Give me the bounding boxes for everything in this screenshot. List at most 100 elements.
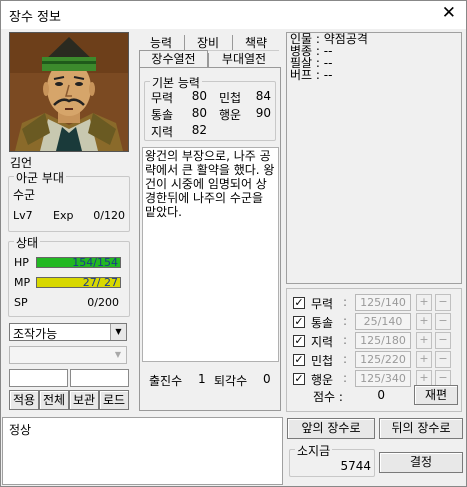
hp-label: HP [14, 256, 29, 269]
tab-separator [208, 53, 209, 67]
chevron-down-icon: ▼ [110, 324, 126, 340]
stat-edit-colon: : [343, 352, 348, 366]
window-title: 장수 정보 [9, 10, 61, 25]
sp-value: 0/200 [87, 296, 119, 309]
stat-edit-label: 무력 [311, 297, 334, 311]
stat-edit-colon: : [343, 333, 348, 347]
stat-minus-button[interactable]: − [435, 351, 451, 368]
stat-edit-value: 125/140 [355, 294, 411, 311]
gold-title: 소지금 [295, 442, 333, 459]
score-value: 0 [377, 388, 385, 402]
close-icon[interactable]: ✕ [442, 3, 456, 23]
sortie-value: 1 [198, 372, 206, 386]
stat-edit-value: 125/220 [355, 351, 411, 368]
status-message-box: 정상 [2, 417, 283, 485]
stat-label-luck: 행운 [219, 108, 242, 122]
army-name: 수군 [13, 188, 36, 202]
stat-value-luck: 90 [255, 106, 271, 120]
checkmark-icon: ✓ [294, 372, 304, 385]
tab-unit-biography[interactable]: 부대열전 [211, 51, 277, 67]
hp-value: 154/154 [72, 256, 118, 269]
stat-plus-button[interactable]: + [416, 313, 432, 330]
hp-bar: 154/154 [36, 256, 121, 269]
army-group: 아군 부대 [8, 169, 130, 232]
stat-edit-label: 행운 [311, 373, 334, 387]
stat-plus-button[interactable]: + [416, 351, 432, 368]
tab-biography[interactable]: 장수열전 [140, 51, 207, 67]
stat-value-intellect: 82 [191, 123, 207, 137]
checkmark-icon: ✓ [294, 353, 304, 366]
trait-label: 버프 [290, 68, 313, 82]
stat-value-agility: 84 [255, 89, 271, 103]
army-group-title: 아군 부대 [14, 169, 66, 186]
tab-strategy[interactable]: 책략 [235, 35, 277, 51]
confirm-button[interactable]: 결정 [379, 452, 463, 473]
exp-value: 0/120 [93, 209, 125, 222]
stat-edit-value: 125/180 [355, 332, 411, 349]
mp-bar: 27/ 27 [36, 276, 121, 289]
control-dropdown-value: 조작가능 [13, 327, 58, 341]
status-message: 정상 [9, 423, 32, 437]
stat-edit-label: 통솔 [311, 316, 334, 330]
mp-value: 27/ 27 [82, 276, 118, 289]
stat-value-command: 80 [191, 106, 207, 120]
status-group-title: 상태 [14, 234, 41, 251]
stat-checkbox[interactable]: ✓ [293, 335, 305, 347]
exp-label: Exp [53, 209, 74, 222]
stat-plus-button[interactable]: + [416, 294, 432, 311]
stat-label-intellect: 지력 [151, 125, 174, 139]
checkmark-icon: ✓ [294, 315, 304, 328]
stat-checkbox[interactable]: ✓ [293, 297, 305, 309]
score-label: 점수 : [313, 390, 343, 404]
traits-list: 인물 : 약점공격 병종 : -- 필살 : -- 버프 : -- [290, 33, 368, 81]
stat-minus-button[interactable]: − [435, 313, 451, 330]
reroll-button[interactable]: 재편 [414, 385, 458, 405]
prev-general-button[interactable]: 앞의 장수로 [287, 418, 375, 439]
portrait-frame [9, 32, 129, 152]
stat-label-might: 무력 [151, 91, 174, 105]
general-info-window: 장수 정보 ✕ 김언 아군 부대 수군 Lv7 Exp 0/120 상태 HP … [0, 0, 467, 487]
apply-button[interactable]: 적용 [9, 390, 39, 410]
retreat-label: 퇴각수 [214, 374, 248, 388]
stat-checkbox[interactable]: ✓ [293, 316, 305, 328]
general-portrait [10, 33, 128, 151]
stat-edit-value: 125/340 [355, 370, 411, 387]
load-button[interactable]: 로드 [99, 390, 129, 410]
stat-edit-colon: : [343, 314, 348, 328]
sortie-label: 출진수 [149, 374, 183, 388]
control-dropdown[interactable]: 조작가능 ▼ [9, 323, 127, 341]
tab-separator [184, 35, 185, 50]
trait-value: -- [323, 68, 333, 82]
stat-edit-label: 민첩 [311, 354, 334, 368]
stat-plus-button[interactable]: + [416, 332, 432, 349]
biography-box: 왕건의 부장으로, 나주 공략에서 큰 활약을 했다. 왕건이 시중에 임명되어… [142, 147, 279, 362]
secondary-dropdown[interactable]: ▼ [9, 346, 127, 364]
tab-ability[interactable]: 능력 [140, 35, 182, 51]
stat-edit-label: 지력 [311, 335, 334, 349]
biography-text: 왕건의 부장으로, 나주 공략에서 큰 활약을 했다. 왕건이 시중에 임명되어… [145, 149, 275, 219]
tab-separator [232, 35, 233, 50]
empty-field-right[interactable] [70, 369, 129, 387]
stat-checkbox[interactable]: ✓ [293, 373, 305, 385]
trait-line: 버프 : -- [290, 68, 333, 82]
all-button[interactable]: 전체 [39, 390, 69, 410]
empty-field-left[interactable] [9, 369, 68, 387]
gold-value: 5744 [340, 459, 371, 473]
stat-edit-value: 25/140 [355, 313, 411, 330]
sp-label: SP [14, 296, 28, 309]
next-general-button[interactable]: 뒤의 장수로 [379, 418, 463, 439]
chevron-down-icon: ▼ [114, 350, 122, 359]
stat-minus-button[interactable]: − [435, 294, 451, 311]
stat-label-agility: 민첩 [219, 91, 242, 105]
tab-equipment[interactable]: 장비 [187, 35, 229, 51]
title-bar: 장수 정보 ✕ [1, 1, 466, 29]
stat-minus-button[interactable]: − [435, 332, 451, 349]
stat-label-command: 통솔 [151, 108, 174, 122]
level-label: Lv7 [13, 209, 33, 222]
store-button[interactable]: 보관 [69, 390, 99, 410]
checkmark-icon: ✓ [294, 334, 304, 347]
stat-checkbox[interactable]: ✓ [293, 354, 305, 366]
stat-value-might: 80 [191, 89, 207, 103]
stat-edit-colon: : [343, 371, 348, 385]
mp-label: MP [14, 276, 31, 289]
